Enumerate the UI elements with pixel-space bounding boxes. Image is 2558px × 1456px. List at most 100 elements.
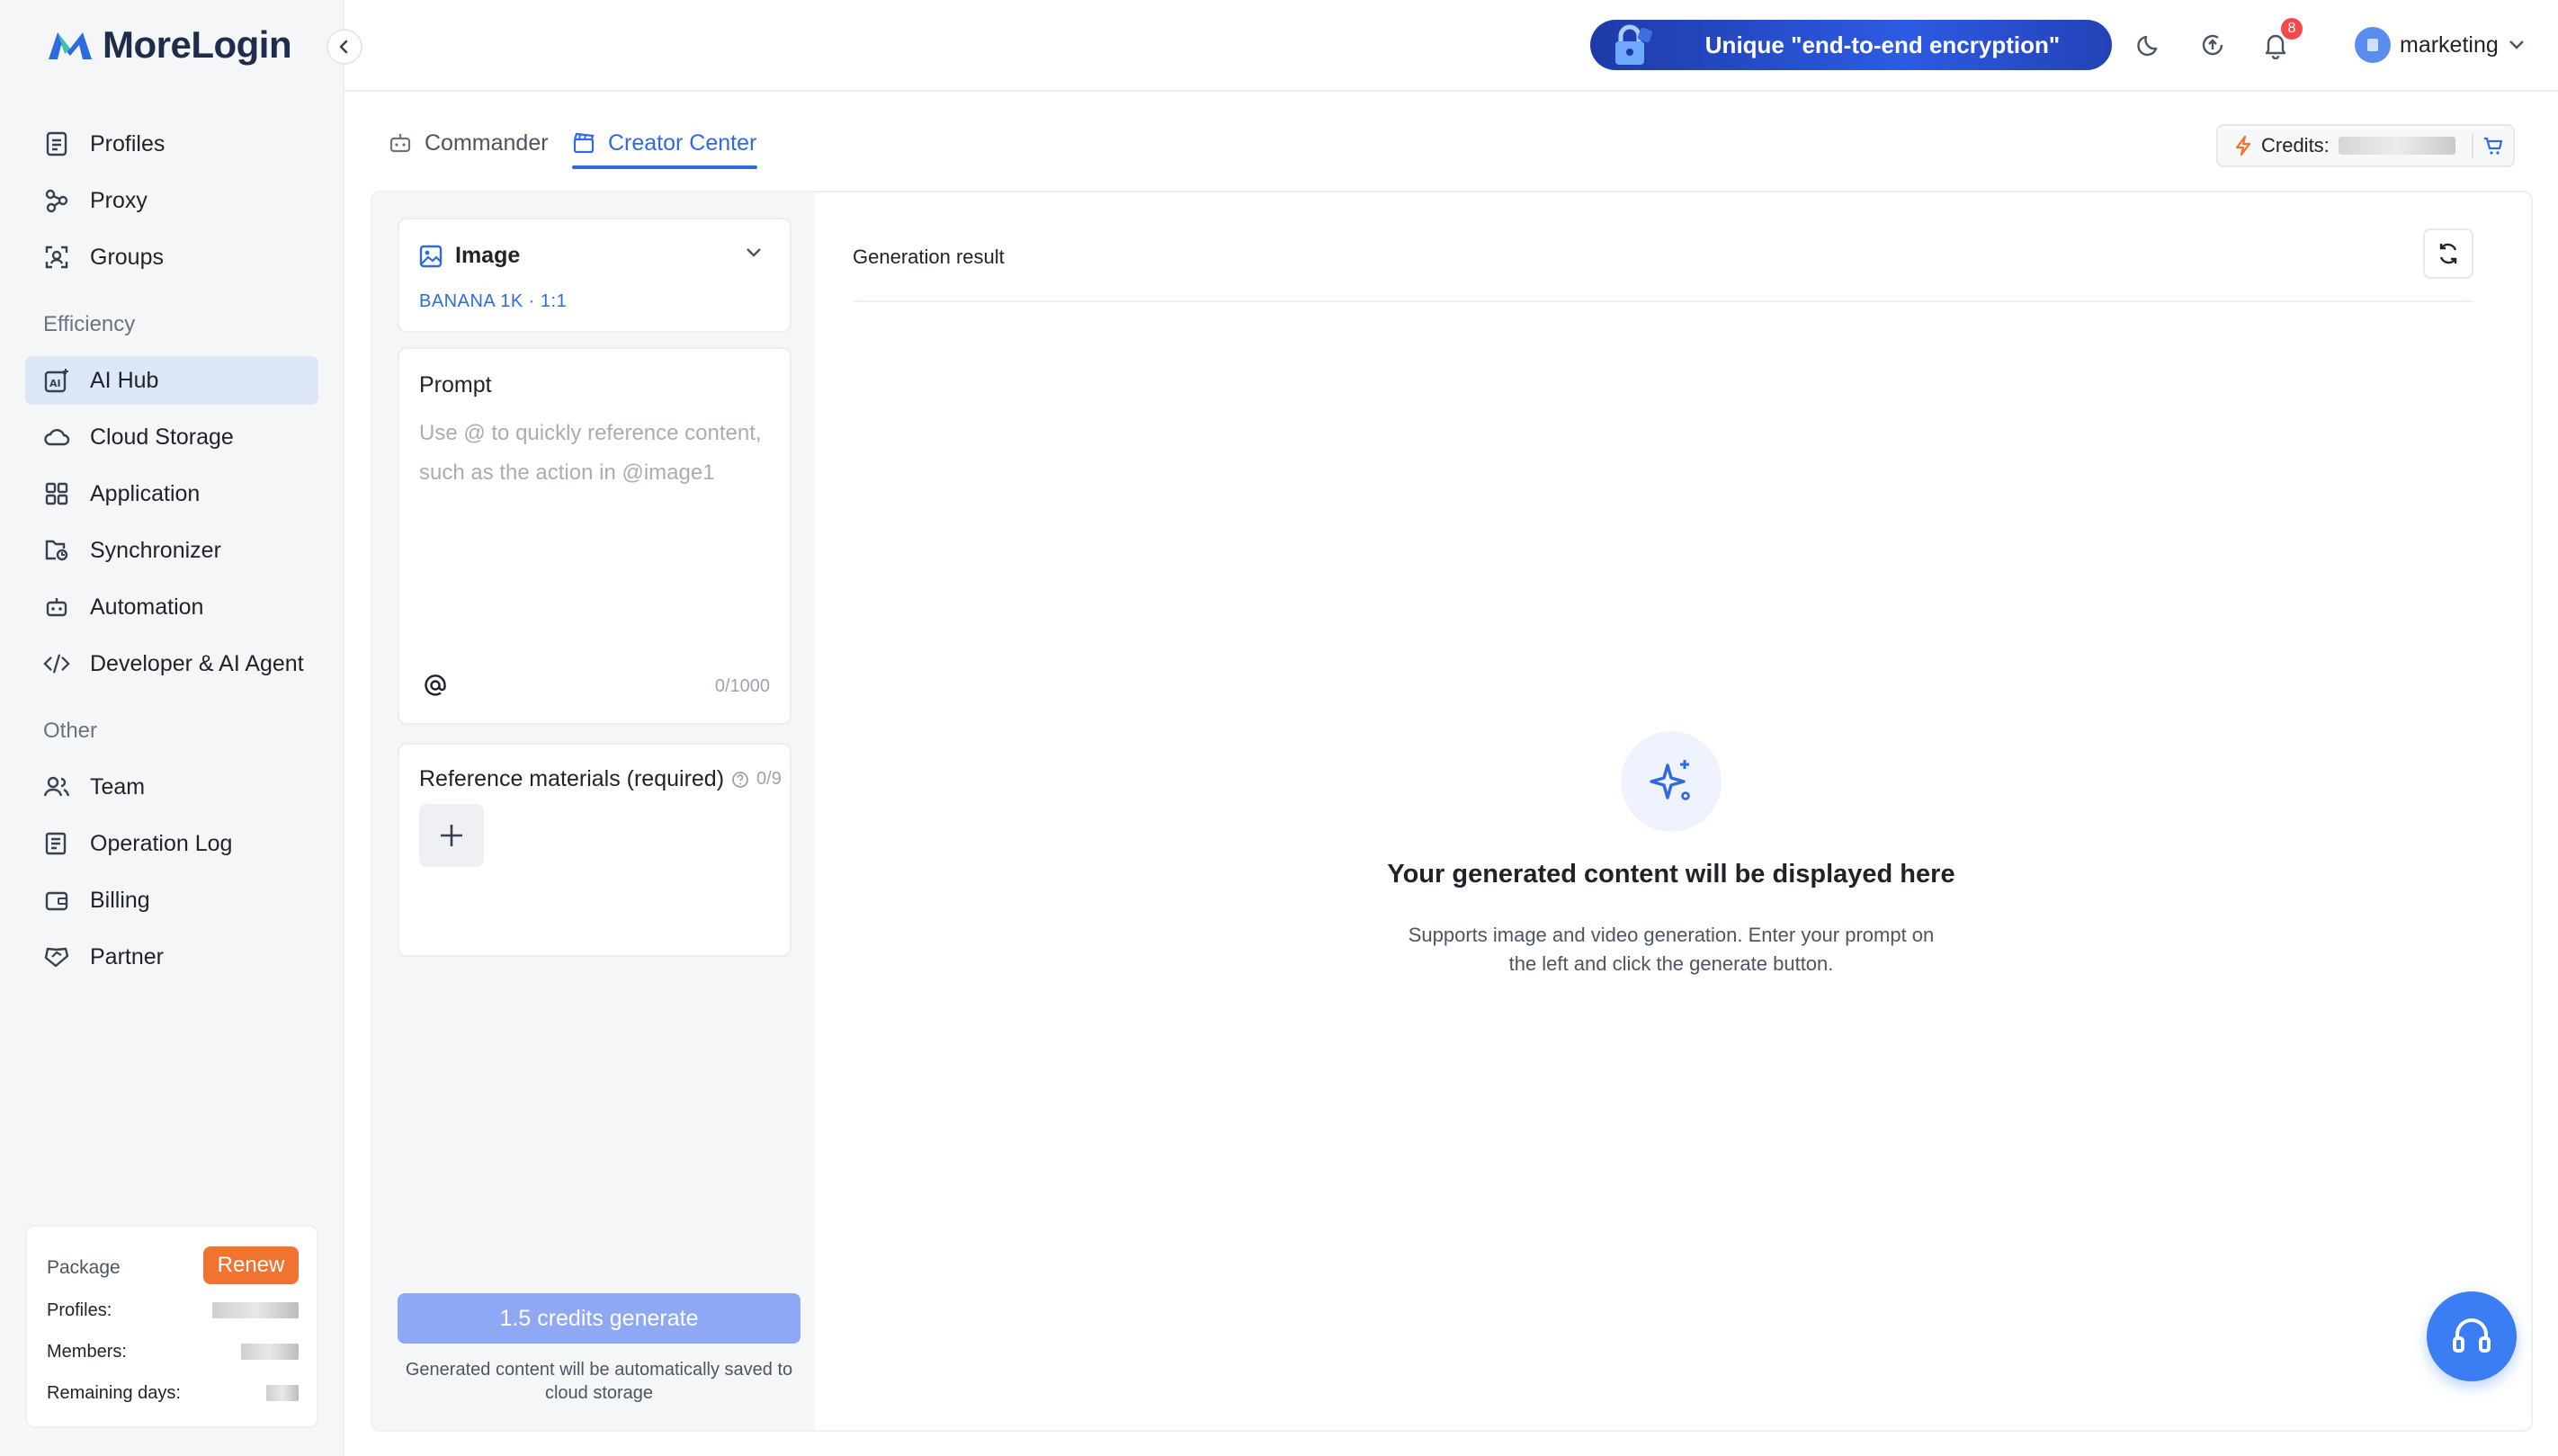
sidebar-item-label: Proxy [90,187,148,213]
profiles-value-redacted [212,1302,299,1318]
sidebar-item-label: Developer & AI Agent [90,650,304,676]
sidebar-item-operation-log[interactable]: Operation Log [25,819,318,868]
chevron-down-icon [747,248,761,257]
package-members-row: Members: [47,1342,299,1362]
robot-icon [389,134,411,153]
section-other: Other [43,719,98,743]
sidebar-item-billing[interactable]: Billing [25,876,318,925]
tab-label: Commander [425,130,549,156]
add-reference-button[interactable] [419,804,484,867]
chevron-down-icon [2509,40,2524,49]
divider [853,300,2473,302]
lightning-icon [2235,135,2251,156]
user-avatar-icon [2367,39,2378,51]
plus-icon [441,825,462,846]
notification-badge: 8 [2281,18,2303,40]
app-root: MoreLogin Profiles Proxy Groups Efficien… [0,0,2558,1456]
support-chat-button[interactable] [2427,1291,2517,1381]
generation-result-title: Generation result [853,246,1005,268]
sidebar-item-groups[interactable]: Groups [25,233,318,281]
sidebar-item-cloud-storage[interactable]: Cloud Storage [25,413,318,461]
clapperboard-icon [573,132,595,154]
reference-count: 0/9 [756,769,782,789]
promo-text: Unique "end-to-end encryption" [1704,31,2061,58]
chevron-left-icon [339,40,348,54]
media-type-title: Image [419,243,520,269]
remaining-days-value-redacted [266,1385,299,1401]
model-info: BANANA 1K · 1:1 [419,291,568,311]
prompt-input[interactable] [419,414,775,648]
promo-banner[interactable]: Unique "end-to-end encryption" [1590,20,2112,70]
empty-state-description: Supports image and video generation. Ent… [1408,924,1935,975]
sidebar-item-label: Application [90,480,201,506]
avatar [2355,27,2391,63]
package-card: Package Renew Profiles: Members: Remaini… [25,1225,318,1428]
sidebar-item-developer[interactable]: Developer & AI Agent [25,639,318,688]
refresh-icon [2439,243,2457,264]
image-icon [419,245,443,267]
generate-button[interactable]: 1.5 credits generate [398,1293,800,1344]
members-label: Members: [47,1342,127,1362]
sparkle-icon [1650,760,1690,800]
upload-circle-icon [2202,34,2223,56]
help-icon[interactable] [731,771,749,789]
headset-icon [2453,1318,2491,1353]
divider [2471,134,2473,157]
sidebar-item-ai-hub[interactable]: AI AI Hub [25,356,318,405]
groups-icon [43,244,70,271]
sidebar-item-application[interactable]: Application [25,469,318,518]
profiles-label: Profiles: [47,1300,112,1320]
prompt-card: Prompt 0/1000 [398,347,792,725]
user-menu[interactable]: marketing [2355,27,2526,63]
cart-icon[interactable] [2482,136,2504,156]
package-title: Package [47,1257,121,1278]
credits-widget[interactable]: Credits: [2216,124,2515,167]
media-type-label: Image [455,243,521,268]
empty-state-icon [1621,731,1722,832]
ai-hub-icon: AI [43,367,70,394]
package-remaining-days-row: Remaining days: [47,1383,299,1404]
sidebar-item-proxy[interactable]: Proxy [25,176,318,225]
sidebar-item-automation[interactable]: Automation [25,583,318,631]
reference-label: Reference materials (required) [419,766,725,791]
handshake-icon [43,943,70,970]
wallet-icon [43,887,70,914]
sidebar-item-synchronizer[interactable]: Synchronizer [25,526,318,575]
at-sign-icon [425,674,446,696]
credits-value-redacted [2338,137,2455,155]
log-icon [43,830,70,857]
reference-materials-card: Reference materials (required) 0/9 [398,743,792,957]
sidebar-item-label: Partner [90,943,164,969]
renew-button[interactable]: Renew [203,1246,299,1284]
sidebar-item-team[interactable]: Team [25,763,318,811]
credits-label: Credits: [2261,134,2330,156]
tab-commander[interactable]: Commander [389,121,549,165]
sidebar-item-label: Automation [90,594,204,620]
members-value-redacted [241,1344,299,1360]
mention-button[interactable] [419,669,452,701]
sidebar-item-profiles[interactable]: Profiles [25,120,318,168]
sidebar-item-partner[interactable]: Partner [25,933,318,981]
section-efficiency: Efficiency [43,312,136,336]
sidebar-item-label: Cloud Storage [90,424,234,450]
sidebar-item-label: AI Hub [90,367,159,393]
refresh-button[interactable] [2423,228,2473,279]
sidebar-item-label: Groups [90,244,164,270]
sidebar-item-label: Profiles [90,130,165,156]
theme-toggle-button[interactable] [2132,27,2168,63]
reference-header: Reference materials (required) 0/9 [419,766,782,792]
svg-text:AI: AI [49,378,61,389]
proxy-icon [43,187,70,214]
grid-icon [43,480,70,507]
logo[interactable]: MoreLogin [47,23,292,67]
sync-folder-icon [43,537,70,564]
sidebar-item-label: Billing [90,887,150,913]
tab-creator-center[interactable]: Creator Center [572,121,756,165]
char-counter: 0/1000 [714,676,770,696]
lock-icon [1615,24,1653,65]
upload-button[interactable] [2195,27,2231,63]
collapse-sidebar-button[interactable] [326,29,362,65]
sidebar-item-label: Synchronizer [90,537,221,563]
prompt-label: Prompt [419,372,492,397]
media-type-selector[interactable]: Image BANANA 1K · 1:1 [398,218,792,333]
